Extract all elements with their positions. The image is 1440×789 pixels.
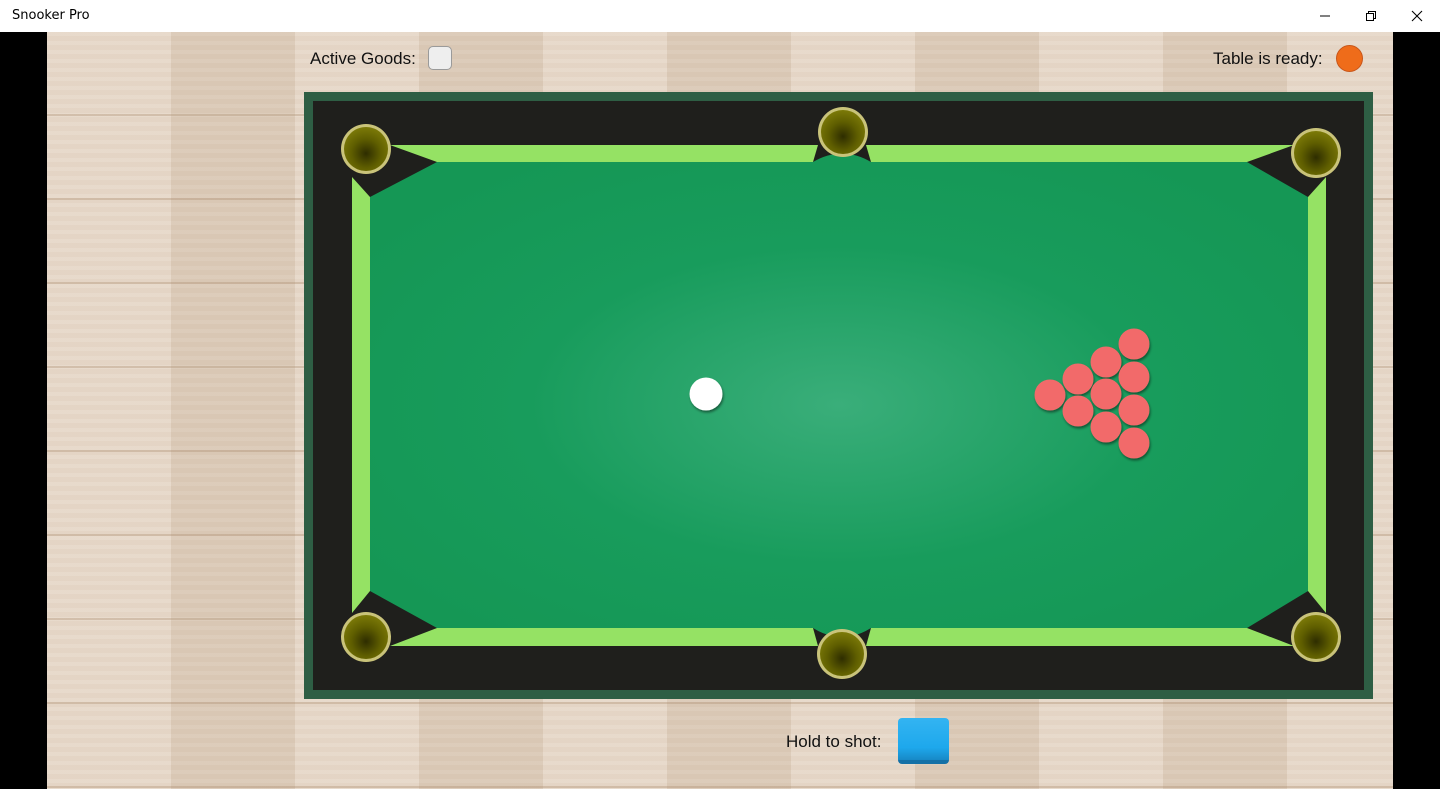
shot-button[interactable] — [898, 718, 949, 764]
hold-to-shot-label: Hold to shot: — [786, 732, 882, 751]
cushion-top-left — [390, 145, 818, 162]
cushion-bottom-left — [390, 628, 818, 646]
cushion-bottom-right — [866, 628, 1294, 646]
table-ready-indicator — [1336, 45, 1363, 72]
table-felt — [370, 153, 1308, 637]
red-ball — [1090, 346, 1122, 378]
close-button[interactable] — [1394, 0, 1440, 32]
title-bar: Snooker Pro — [0, 0, 1440, 32]
pocket-top-right — [1291, 128, 1341, 178]
right-letterbox — [1393, 32, 1440, 789]
cushion-top-right — [866, 145, 1294, 162]
app-title: Snooker Pro — [12, 8, 90, 23]
red-ball — [1062, 395, 1094, 427]
pocket-bottom-left — [341, 612, 391, 662]
cushion-right — [1308, 177, 1326, 613]
snooker-table[interactable] — [313, 101, 1364, 690]
cushion-left — [352, 177, 370, 613]
close-icon — [1411, 10, 1423, 22]
red-ball — [1090, 378, 1122, 410]
restore-button[interactable] — [1348, 0, 1394, 32]
red-ball — [1118, 427, 1150, 459]
red-ball — [1118, 328, 1150, 360]
pocket-bottom-right — [1291, 612, 1341, 662]
pocket-top-left — [341, 124, 391, 174]
red-ball — [1118, 361, 1150, 393]
red-ball — [1090, 411, 1122, 443]
active-goods-checkbox[interactable] — [428, 46, 452, 70]
red-ball — [1034, 379, 1066, 411]
active-goods-label: Active Goods: — [310, 49, 416, 68]
minimize-icon — [1320, 15, 1330, 17]
red-ball — [1118, 394, 1150, 426]
left-letterbox — [0, 32, 47, 789]
restore-icon — [1366, 11, 1376, 21]
pocket-bottom-middle — [817, 629, 867, 679]
pocket-top-middle — [818, 107, 868, 157]
minimize-button[interactable] — [1302, 0, 1348, 32]
red-ball — [1062, 363, 1094, 395]
table-ready-label: Table is ready: — [1213, 49, 1323, 68]
cue-ball[interactable] — [689, 377, 723, 411]
